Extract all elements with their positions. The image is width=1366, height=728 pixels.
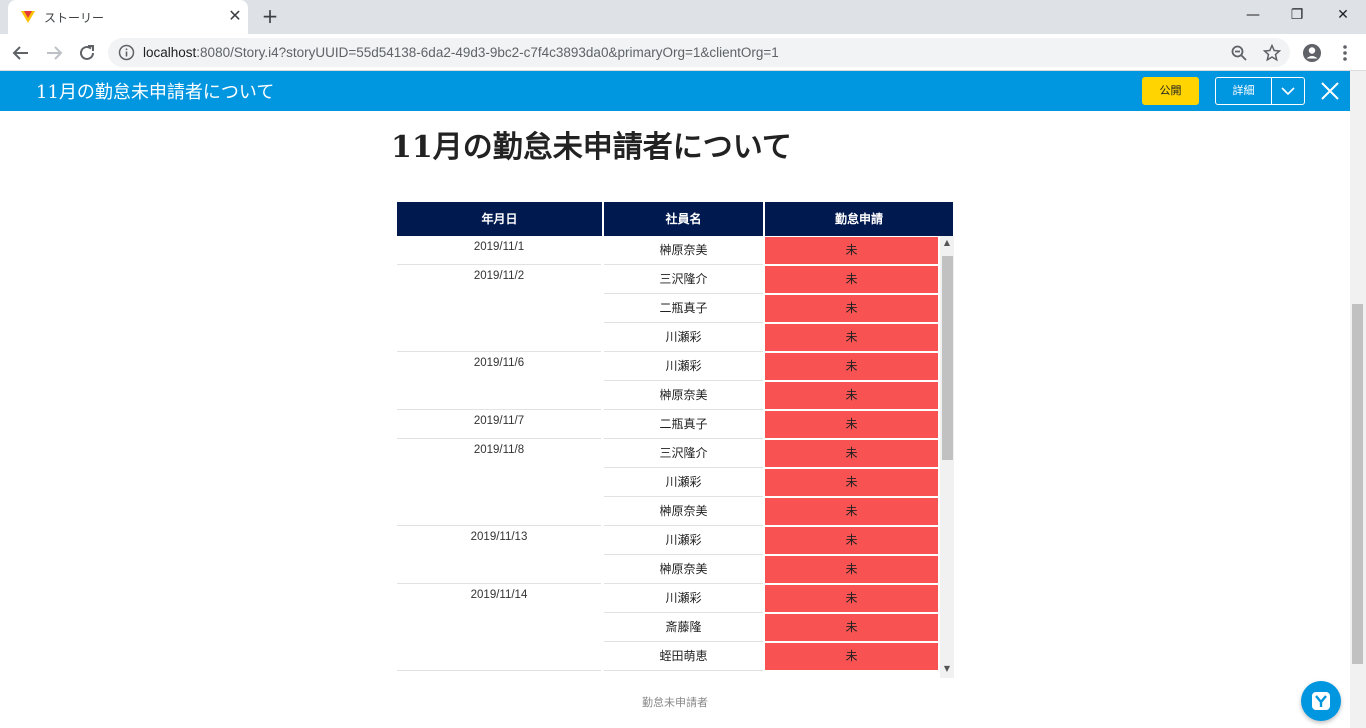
- url-text: localhost:8080/Story.i4?storyUUID=55d541…: [143, 45, 779, 60]
- table-header: 年月日 社員名 勤怠申請: [397, 202, 953, 236]
- employee-name-cell: 川瀬彩: [604, 352, 763, 381]
- column-header-date[interactable]: 年月日: [397, 202, 602, 236]
- attendance-status-cell: 未: [765, 556, 938, 583]
- attendance-status-cell: 未: [765, 614, 938, 641]
- employee-name-cell: 榊原奈美: [604, 555, 763, 584]
- header-title: 11月の勤怠未申請者について: [36, 82, 275, 103]
- forward-arrow-icon[interactable]: [43, 42, 65, 64]
- date-cell: 2019/11/6: [397, 352, 601, 410]
- employee-name-cell: 川瀬彩: [604, 323, 763, 352]
- employee-name-cell: 三沢隆介: [604, 265, 763, 294]
- scroll-down-arrow-icon[interactable]: ▼: [940, 664, 954, 676]
- yellowfin-assistant-button[interactable]: [1301, 681, 1341, 721]
- detail-button[interactable]: 詳細: [1216, 78, 1272, 104]
- publish-button[interactable]: 公開: [1142, 77, 1199, 105]
- employee-name-cell: 榊原奈美: [604, 236, 763, 265]
- column-header-attendance[interactable]: 勤怠申請: [765, 202, 953, 236]
- attendance-status-cell: 未: [765, 498, 938, 525]
- attendance-status-cell: 未: [765, 324, 938, 351]
- story-caption: 勤怠未申請者: [642, 696, 708, 709]
- address-bar[interactable]: localhost:8080/Story.i4?storyUUID=55d541…: [108, 38, 1290, 67]
- employee-name-cell: 榊原奈美: [604, 381, 763, 410]
- date-cell: 2019/11/14: [397, 584, 601, 671]
- tab-close-icon[interactable]: ✕: [226, 7, 244, 25]
- attendance-status-cell: 未: [765, 411, 938, 438]
- yellowfin-logo-icon: [21, 11, 35, 23]
- url-host: localhost: [143, 45, 197, 60]
- close-icon[interactable]: [1318, 79, 1342, 103]
- employee-name-cell: 榊原奈美: [604, 497, 763, 526]
- scroll-up-arrow-icon[interactable]: ▲: [940, 238, 954, 250]
- page-scrollbar-thumb[interactable]: [1352, 304, 1363, 664]
- detail-button-group: 詳細: [1215, 77, 1305, 105]
- story-header-bar: 11月の勤怠未申請者について 公開 詳細: [0, 71, 1350, 111]
- date-cell: 2019/11/2: [397, 265, 601, 352]
- attendance-status-cell: 未: [765, 585, 938, 612]
- date-cell: 2019/11/7: [397, 410, 601, 439]
- minimize-icon[interactable]: —: [1238, 4, 1268, 26]
- date-cell: 2019/11/1: [397, 236, 601, 265]
- reload-icon[interactable]: [76, 42, 98, 64]
- attendance-status-cell: 未: [765, 353, 938, 380]
- browser-toolbar: localhost:8080/Story.i4?storyUUID=55d541…: [0, 34, 1366, 71]
- attendance-status-cell: 未: [765, 643, 938, 670]
- attendance-status-cell: 未: [765, 237, 938, 264]
- date-cell: 2019/11/13: [397, 526, 601, 584]
- account-icon[interactable]: [1301, 42, 1323, 64]
- column-header-employee[interactable]: 社員名: [604, 202, 763, 236]
- attendance-status-cell: 未: [765, 295, 938, 322]
- employee-name-cell: 二瓶真子: [604, 410, 763, 439]
- employee-name-cell: 蛭田萌恵: [604, 642, 763, 671]
- browser-tab[interactable]: ストーリー ✕: [8, 0, 248, 34]
- attendance-status-cell: 未: [765, 266, 938, 293]
- url-path: :8080/Story.i4?storyUUID=55d54138-6da2-4…: [196, 45, 779, 60]
- window-close-icon[interactable]: ✕: [1328, 4, 1358, 26]
- back-arrow-icon[interactable]: [10, 42, 32, 64]
- restore-icon[interactable]: ❐: [1282, 4, 1312, 26]
- report-table: 年月日 社員名 勤怠申請 2019/11/1 榊原奈美未 2019/11/2 三沢隆介…: [397, 202, 956, 678]
- browser-tabstrip: ストーリー ✕ + — ❐ ✕: [0, 0, 1366, 34]
- attendance-status-cell: 未: [765, 440, 938, 467]
- new-tab-icon[interactable]: +: [258, 4, 282, 28]
- bookmark-star-icon[interactable]: [1263, 44, 1281, 62]
- employee-name-cell: 二瓶真子: [604, 294, 763, 323]
- chevron-down-icon[interactable]: [1272, 78, 1304, 104]
- site-info-icon[interactable]: [118, 44, 135, 61]
- date-cell: 2019/11/8: [397, 439, 601, 526]
- table-scrollbar[interactable]: ▲ ▼: [940, 236, 954, 678]
- page-scrollbar[interactable]: [1350, 71, 1366, 728]
- zoom-icon[interactable]: [1230, 44, 1248, 62]
- story-title: 11月の勤怠未申請者について: [391, 130, 792, 165]
- table-body: 2019/11/1 榊原奈美未 2019/11/2 三沢隆介未二瓶真子未川瀬彩未 201…: [397, 236, 939, 678]
- table-scrollbar-thumb[interactable]: [942, 256, 953, 460]
- employee-name-cell: 川瀬彩: [604, 526, 763, 555]
- tab-title: ストーリー: [44, 11, 105, 25]
- attendance-status-cell: 未: [765, 382, 938, 409]
- employee-name-cell: 斎藤隆: [604, 613, 763, 642]
- employee-name-cell: 川瀬彩: [604, 584, 763, 613]
- menu-kebab-icon[interactable]: [1334, 42, 1356, 64]
- employee-name-cell: 三沢隆介: [604, 439, 763, 468]
- employee-name-cell: 川瀬彩: [604, 468, 763, 497]
- attendance-status-cell: 未: [765, 469, 938, 496]
- attendance-status-cell: 未: [765, 527, 938, 554]
